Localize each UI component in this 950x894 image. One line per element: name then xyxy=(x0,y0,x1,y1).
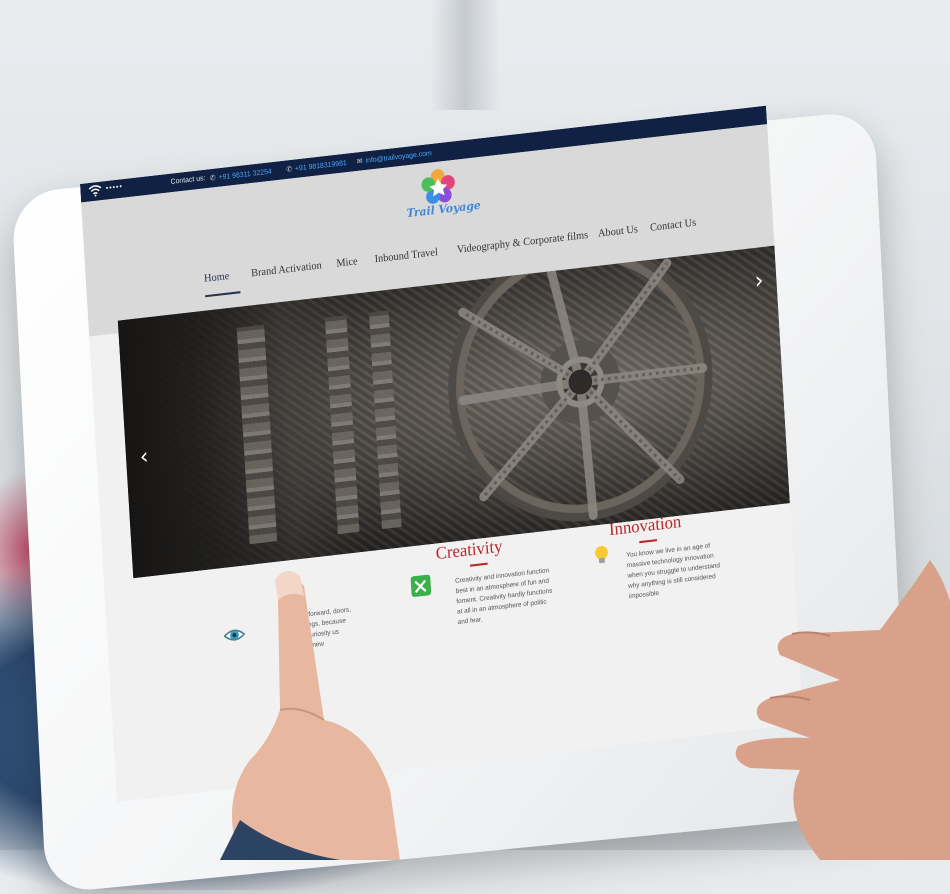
nav-brand-activation[interactable]: Brand Activation xyxy=(251,260,322,279)
slider-next-arrow[interactable]: › xyxy=(754,268,764,295)
logo-text: Trail Voyage xyxy=(406,198,482,221)
nav-mice[interactable]: Mice xyxy=(336,256,358,270)
phone-1-link[interactable]: ✆ +91 98311 32254 xyxy=(210,167,272,182)
nav-inbound-travel[interactable]: Inbound Travel xyxy=(374,247,438,266)
phone-2-text: +91 9818319981 xyxy=(294,159,347,173)
slider-prev-arrow[interactable]: ‹ xyxy=(139,444,149,471)
nav-videography[interactable]: Videography & Corporate films xyxy=(457,230,589,256)
holding-hand xyxy=(735,560,950,860)
feature-innovation-rule xyxy=(639,539,658,544)
phone-icon: ✆ xyxy=(209,174,216,183)
nav-contact-us[interactable]: Contact Us xyxy=(650,217,697,234)
nav-home[interactable]: Home xyxy=(204,271,230,285)
pointing-hand xyxy=(220,570,400,860)
social-links[interactable]: f G+ t ◎ ⌇ xyxy=(619,106,680,119)
lightbulb-icon xyxy=(595,545,608,564)
wifi-icon xyxy=(88,184,102,198)
phone-icon: ✆ xyxy=(286,166,293,174)
phone-2-link[interactable]: ✆ +91 9818319981 xyxy=(286,159,347,174)
site-logo[interactable]: Trail Voyage xyxy=(402,162,494,234)
signal-dots: ••••• xyxy=(105,183,124,193)
contact-label: Contact us: xyxy=(170,174,206,187)
nav-about-us[interactable]: About Us xyxy=(598,224,638,240)
feature-innovation-text: You know we live in an age of massive te… xyxy=(626,542,721,601)
mail-icon: ✉ xyxy=(356,157,363,166)
phone-1-text: +91 98311 32254 xyxy=(218,168,272,182)
social-icons[interactable]: f G+ t ◎ ⌇ xyxy=(620,106,680,119)
